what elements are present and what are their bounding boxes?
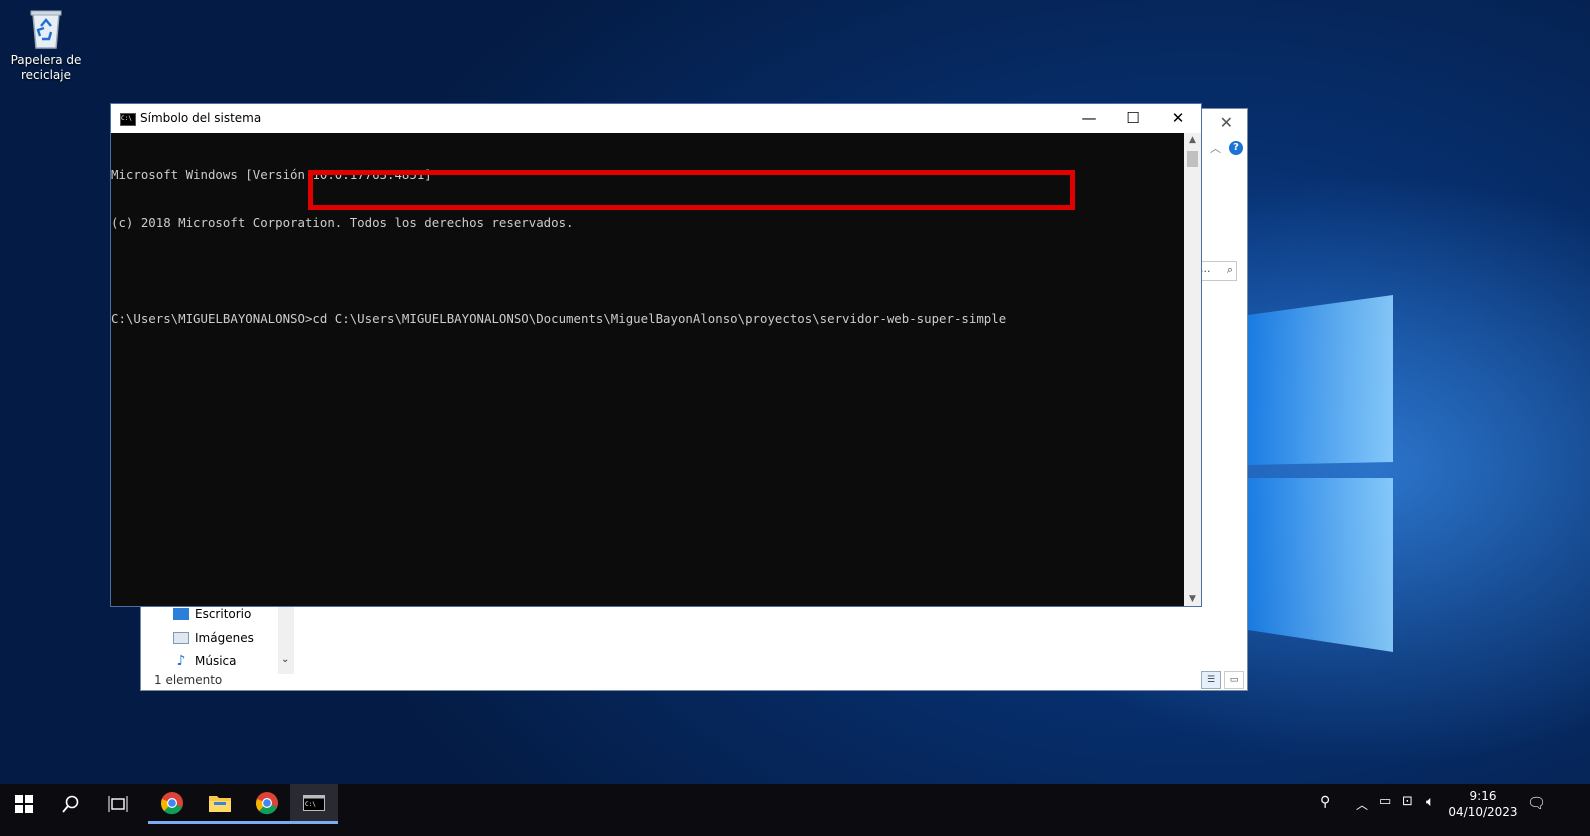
clock-date: 04/10/2023: [1448, 805, 1518, 819]
minimize-icon[interactable]: —: [1067, 107, 1111, 129]
search-icon: ⌕: [1226, 263, 1233, 276]
nav-item-escritorio[interactable]: Escritorio: [173, 607, 251, 621]
music-note-icon: ♪: [176, 653, 186, 669]
recycle-bin-label-1: Papelera de: [10, 53, 82, 67]
help-icon[interactable]: ?: [1229, 141, 1243, 155]
taskbar-command-prompt[interactable]: C:\: [290, 784, 338, 824]
task-view-icon: [108, 796, 128, 812]
search-input[interactable]: ... ⌕: [1197, 261, 1237, 281]
nav-item-label: Imágenes: [195, 631, 254, 645]
details-view-button[interactable]: ☰: [1201, 671, 1221, 689]
nav-item-imagenes[interactable]: Imágenes: [173, 631, 254, 645]
chrome-icon: [161, 791, 183, 814]
search-button[interactable]: [47, 784, 95, 824]
start-button[interactable]: [0, 784, 48, 824]
volume-icon[interactable]: 🔈︎: [1426, 794, 1434, 810]
window-title: Símbolo del sistema: [140, 111, 262, 125]
desktop-folder-icon: [173, 608, 189, 620]
taskbar-file-explorer[interactable]: [196, 784, 244, 824]
task-view-button[interactable]: [94, 784, 142, 824]
recycle-bin-label-2: reciclaje: [21, 68, 71, 82]
cmd-icon: C:\: [303, 794, 325, 811]
recycle-bin-desktop-icon[interactable]: Papelera de reciclaje: [10, 6, 82, 83]
show-hidden-icons-chevron-icon[interactable]: ︿: [1356, 796, 1368, 813]
svg-text:C:\: C:\: [305, 801, 316, 808]
scroll-up-icon[interactable]: ▲: [1184, 135, 1201, 145]
network-icon[interactable]: ⊡: [1402, 794, 1413, 809]
nav-item-label: Música: [195, 654, 237, 668]
maximize-icon[interactable]: ☐: [1111, 107, 1155, 129]
large-icons-view-button[interactable]: ▭: [1224, 671, 1244, 689]
chevron-down-icon[interactable]: ⌄: [281, 654, 289, 665]
taskbar-chrome-2[interactable]: [243, 784, 291, 824]
recycle-bin-icon: [27, 6, 65, 50]
nav-item-label: Escritorio: [195, 607, 252, 621]
windows-wallpaper-logo: [1248, 295, 1393, 652]
explorer-close-icon[interactable]: ✕: [1220, 113, 1233, 132]
command-highlight-box: [308, 170, 1075, 210]
pictures-folder-icon: [173, 632, 189, 644]
chevron-up-icon[interactable]: ︿: [1210, 140, 1221, 156]
console-scrollbar[interactable]: ▲ ▼: [1184, 133, 1201, 606]
chrome-icon: [256, 791, 278, 814]
taskbar-chrome-1[interactable]: [148, 784, 196, 824]
taskbar-clock[interactable]: 9:16 04/10/2023: [1448, 788, 1518, 820]
title-bar[interactable]: C:\ Símbolo del sistema — ☐ ✕: [111, 104, 1201, 133]
command-prompt-window[interactable]: C:\ Símbolo del sistema — ☐ ✕ Microsoft …: [110, 103, 1202, 607]
people-icon[interactable]: ⚲: [1320, 794, 1330, 810]
console-command-line: C:\Users\MIGUELBAYONALONSO>cd C:\Users\M…: [111, 311, 1007, 326]
folder-icon: [209, 795, 231, 812]
action-center-icon[interactable]: 🗨︎: [1527, 794, 1546, 812]
clock-time: 9:16: [1469, 789, 1497, 803]
taskbar: C:\ ⚲ ︿ ▭ ⊡ 🔈︎ 9:16 04/10/2023 🗨︎: [0, 784, 1590, 836]
cmd-app-icon: C:\: [120, 113, 136, 126]
console-line: (c) 2018 Microsoft Corporation. Todos lo…: [111, 215, 574, 230]
battery-icon[interactable]: ▭: [1379, 794, 1391, 809]
nav-item-musica[interactable]: ♪ Música: [173, 654, 237, 668]
scroll-down-icon[interactable]: ▼: [1184, 594, 1201, 604]
search-icon: [62, 795, 79, 813]
status-bar-count: 1 elemento: [154, 673, 223, 687]
scrollbar-thumb[interactable]: [1187, 151, 1198, 167]
windows-start-icon: [15, 795, 33, 813]
close-icon[interactable]: ✕: [1156, 107, 1200, 129]
